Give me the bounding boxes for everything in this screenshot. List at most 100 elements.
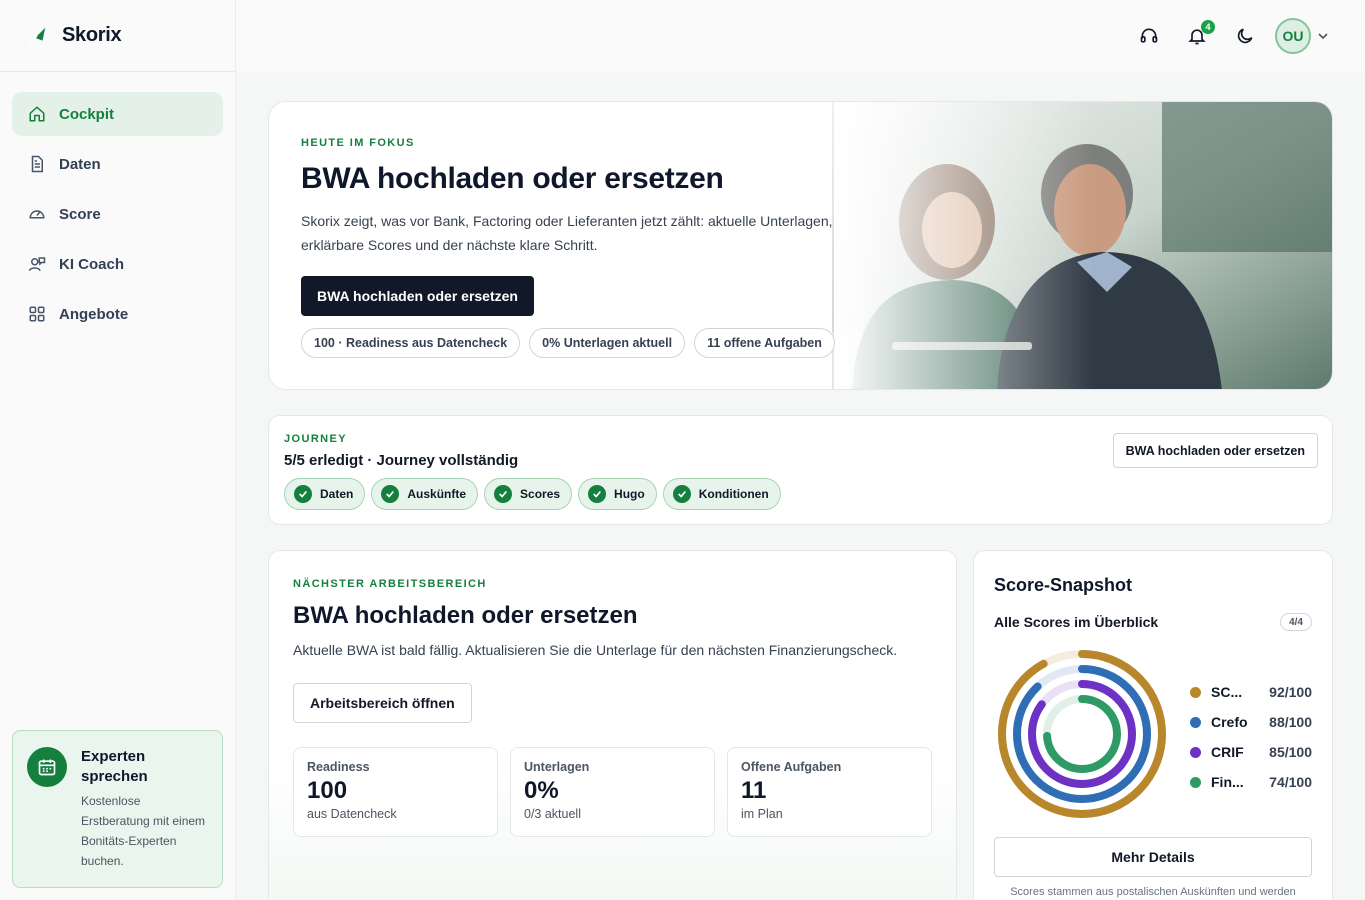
legend-name: CRIF	[1211, 744, 1244, 760]
hero-eyebrow: HEUTE IM FOKUS	[301, 137, 415, 149]
grid-icon	[28, 305, 46, 323]
stat-open-tasks: Offene Aufgaben 11 im Plan	[727, 747, 932, 837]
score-legend: SC... 92/100 Crefo 88/100 CRIF 85/100 Fi…	[1190, 677, 1312, 797]
snapshot-title: Score-Snapshot	[994, 575, 1133, 595]
documents-chip: 0% Unterlagen aktuell	[529, 328, 686, 358]
journey-upload-button[interactable]: BWA hochladen oder ersetzen	[1112, 433, 1318, 468]
snapshot-subtitle: Alle Scores im Überblick	[994, 614, 1159, 630]
legend-value: 92/100	[1269, 684, 1312, 700]
score-legend-item: Fin... 74/100	[1190, 767, 1312, 797]
journey-step-hugo[interactable]: Hugo	[578, 478, 657, 510]
score-ring-2	[1013, 665, 1151, 803]
brand[interactable]: Skorix	[0, 0, 235, 72]
hero-title: BWA hochladen oder ersetzen	[301, 162, 724, 195]
journey-step-scores[interactable]: Scores	[484, 478, 573, 510]
legend-value: 88/100	[1269, 714, 1312, 730]
headset-icon[interactable]	[1137, 24, 1161, 48]
sidebar-item-label: Angebote	[59, 305, 129, 323]
score-legend-item: SC... 92/100	[1190, 677, 1312, 707]
sidebar-item-daten[interactable]: Daten	[12, 142, 223, 186]
bell-icon[interactable]: 4	[1185, 20, 1215, 48]
journey-step-label: Hugo	[614, 487, 645, 501]
readiness-chip: 100 · Readiness aus Datencheck	[301, 328, 521, 358]
work-title: BWA hochladen oder ersetzen	[293, 602, 638, 629]
snapshot-count-badge: 4/4	[1280, 613, 1312, 631]
journey-step-label: Daten	[320, 487, 354, 501]
journey-step-konditionen[interactable]: Konditionen	[662, 478, 781, 510]
sidebar-item-angebote[interactable]: Angebote	[12, 292, 223, 336]
legend-name: Fin...	[1211, 774, 1244, 790]
sidebar-nav: Cockpit Daten Score KI Coach Angebote	[0, 72, 235, 336]
coach-icon	[28, 255, 46, 273]
stat-value: 0%	[524, 777, 559, 804]
journey-step-auskuenfte[interactable]: Auskünfte	[371, 478, 479, 510]
hero-card: HEUTE IM FOKUS BWA hochladen oder ersetz…	[268, 101, 1333, 390]
sidebar: Skorix Cockpit Daten Score KI Coach Ange…	[0, 0, 236, 900]
sidebar-item-label: Score	[59, 205, 101, 223]
chevron-down-icon[interactable]	[1317, 30, 1329, 42]
gauge-icon	[28, 205, 46, 223]
journey-step-label: Auskünfte	[407, 487, 467, 501]
upload-bwa-button[interactable]: BWA hochladen oder ersetzen	[301, 276, 534, 316]
sidebar-item-label: Daten	[59, 155, 101, 173]
stat-value: 100	[307, 777, 348, 804]
more-details-button[interactable]: Mehr Details	[994, 837, 1312, 877]
check-icon	[381, 485, 400, 503]
journey-status: 5/5 erledigt · Journey vollständig	[284, 452, 519, 469]
check-icon	[294, 485, 312, 503]
legend-name: Crefo	[1211, 714, 1248, 730]
score-legend-item: CRIF 85/100	[1190, 737, 1312, 767]
home-icon	[28, 105, 46, 123]
work-description: Aktuelle BWA ist bald fällig. Aktualisie…	[293, 642, 898, 658]
expert-title: Experten sprechen	[81, 748, 148, 785]
notification-badge: 4	[1201, 20, 1215, 34]
journey-step-daten[interactable]: Daten	[284, 478, 366, 510]
snapshot-note: Scores stammen aus postalischen Auskünft…	[1010, 886, 1296, 898]
stat-sub: im Plan	[741, 807, 783, 821]
calendar-icon	[27, 747, 67, 787]
document-icon	[28, 155, 46, 173]
work-stats: Readiness 100 aus Datencheck Unterlagen …	[293, 747, 932, 837]
stat-value: 11	[741, 777, 767, 804]
next-workspace-card: NÄCHSTER ARBEITSBEREICH BWA hochladen od…	[268, 550, 957, 900]
check-icon	[494, 485, 513, 503]
journey-steps: Daten Auskünfte Scores Hugo Konditionen	[284, 478, 781, 510]
sidebar-item-ki-coach[interactable]: KI Coach	[12, 242, 223, 286]
legend-value: 85/100	[1269, 744, 1312, 760]
legend-dot	[1190, 716, 1201, 728]
brand-name: Skorix	[62, 24, 122, 46]
stat-label: Readiness	[307, 760, 370, 774]
check-icon	[672, 485, 691, 503]
avatar[interactable]: OU	[1275, 18, 1311, 54]
stat-sub: aus Datencheck	[307, 807, 397, 821]
stat-sub: 0/3 aktuell	[524, 807, 581, 821]
expert-description: Kostenlose Erstberatung mit einem Bonitä…	[81, 794, 206, 868]
expert-card[interactable]: Experten sprechen Kostenlose Erstberatun…	[12, 730, 223, 888]
work-eyebrow: NÄCHSTER ARBEITSBEREICH	[293, 578, 487, 590]
legend-value: 74/100	[1269, 774, 1312, 790]
journey-card: JOURNEY 5/5 erledigt · Journey vollständ…	[268, 415, 1333, 525]
open-workspace-button[interactable]: Arbeitsbereich öffnen	[293, 683, 472, 723]
moon-icon[interactable]	[1233, 24, 1257, 48]
tasks-chip: 11 offene Aufgaben	[694, 328, 835, 358]
leaf-logo-icon	[28, 27, 46, 45]
score-rings	[998, 650, 1166, 818]
topbar: 4 OU	[236, 0, 1365, 72]
sidebar-item-cockpit[interactable]: Cockpit	[12, 92, 223, 136]
stat-documents: Unterlagen 0% 0/3 aktuell	[510, 747, 715, 837]
stat-label: Offene Aufgaben	[741, 760, 842, 774]
hero-description: Skorix zeigt, was vor Bank, Factoring od…	[301, 213, 833, 253]
hero-chips: 100 · Readiness aus Datencheck 0% Unterl…	[301, 328, 835, 358]
sidebar-item-score[interactable]: Score	[12, 192, 223, 236]
score-snapshot-card: Score-Snapshot Alle Scores im Überblick …	[973, 550, 1333, 900]
sidebar-item-label: KI Coach	[59, 255, 125, 273]
journey-step-label: Scores	[520, 487, 561, 501]
legend-dot	[1190, 686, 1201, 698]
stat-label: Unterlagen	[524, 760, 590, 774]
score-legend-item: Crefo 88/100	[1190, 707, 1312, 737]
journey-eyebrow: JOURNEY	[284, 433, 347, 445]
legend-dot	[1190, 776, 1201, 788]
score-ring-1	[998, 650, 1166, 818]
sidebar-item-label: Cockpit	[59, 105, 115, 123]
stat-readiness: Readiness 100 aus Datencheck	[293, 747, 498, 837]
